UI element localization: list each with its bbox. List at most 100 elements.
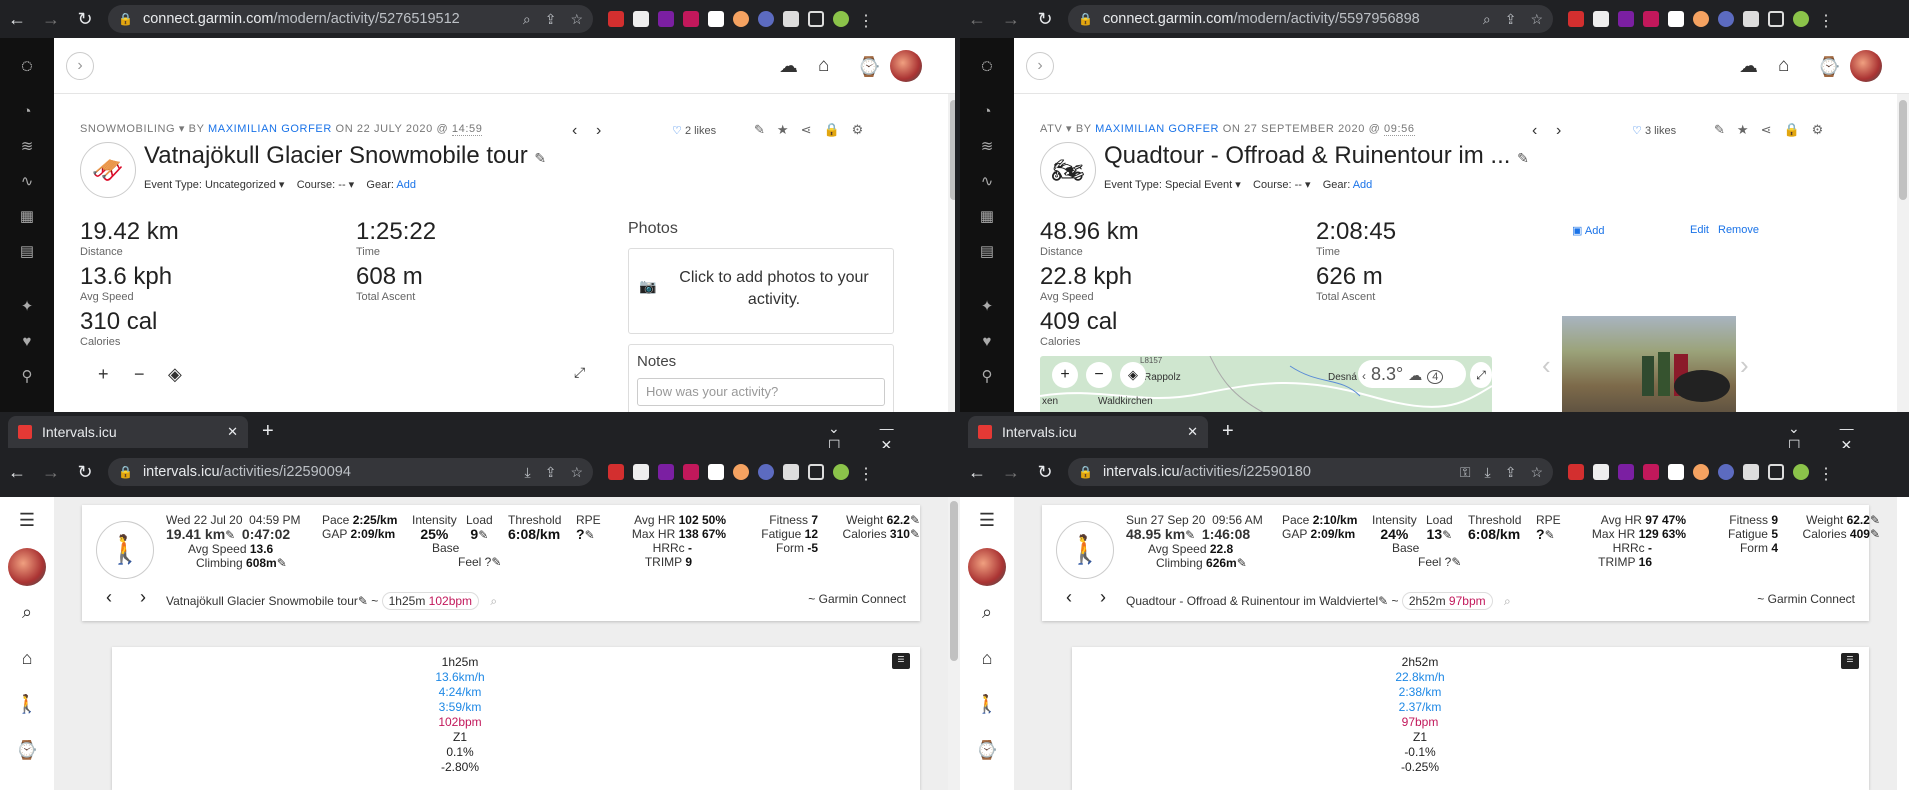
back-icon[interactable]: ← [0, 9, 34, 30]
activity-photo[interactable] [1562, 316, 1736, 412]
edit-icon[interactable]: ✎ [754, 122, 777, 137]
garmin-logo-icon[interactable]: ◌ [981, 38, 993, 94]
fullscreen-icon[interactable]: ⤢ [1470, 362, 1492, 388]
source-link[interactable]: ~ Garmin Connect [808, 592, 906, 606]
extension-icon[interactable] [1618, 464, 1634, 480]
avatar[interactable] [8, 543, 46, 589]
extension-icon[interactable] [633, 11, 649, 27]
next-activity-icon[interactable]: › [140, 587, 146, 608]
time-label[interactable]: 09:56 [1384, 123, 1415, 136]
page-scrollbar[interactable] [948, 497, 960, 790]
puzzle-icon[interactable] [1743, 464, 1759, 480]
search-icon[interactable]: ⌕ [22, 589, 32, 635]
zoom-out-icon[interactable]: − [1086, 362, 1112, 388]
next-activity-icon[interactable]: › [1100, 587, 1106, 608]
prev-activity-icon[interactable]: ‹ [1532, 122, 1537, 140]
hamburger-icon[interactable]: ☰ [979, 497, 995, 543]
forward-icon[interactable]: → [994, 462, 1028, 483]
edit-title-icon[interactable]: ✎ [1517, 150, 1529, 166]
activity-type[interactable]: SNOWMOBILING [80, 123, 175, 135]
prev-activity-icon[interactable]: ‹ [1066, 587, 1072, 608]
layers-icon[interactable]: ≋ [981, 129, 994, 164]
share-icon[interactable]: ⇪ [1505, 464, 1517, 481]
extension-icon[interactable] [683, 464, 699, 480]
activity-type[interactable]: ATV [1040, 123, 1062, 135]
photo-edit-link[interactable]: Edit [1690, 224, 1709, 236]
extension-icon[interactable] [1693, 11, 1709, 27]
reload-icon[interactable]: ↻ [1028, 462, 1062, 483]
extension-icon[interactable] [758, 464, 774, 480]
extension-icon[interactable] [733, 464, 749, 480]
extension-icon[interactable] [1593, 464, 1609, 480]
share-icon[interactable]: ⇪ [1505, 11, 1517, 28]
climbing-value[interactable]: 626m [1206, 556, 1237, 570]
profile-icon[interactable] [833, 464, 849, 480]
star-icon[interactable]: ☆ [1530, 464, 1543, 481]
extension-icon[interactable] [708, 11, 724, 27]
reload-icon[interactable]: ↻ [68, 9, 102, 30]
home-icon[interactable]: ⌂ [22, 635, 33, 681]
upload-icon[interactable]: ☁ [1739, 55, 1758, 78]
load-value[interactable]: 13 [1427, 526, 1443, 542]
event-type-dropdown[interactable]: Event Type: Uncategorized ▾ [144, 179, 284, 191]
course-dropdown[interactable]: Course: -- ▾ [1253, 179, 1310, 191]
extension-icon[interactable] [633, 464, 649, 480]
puzzle-icon[interactable] [1743, 11, 1759, 27]
zoom-icon[interactable]: ⌕ [523, 11, 531, 28]
weight-value[interactable]: 62.2 [887, 513, 910, 527]
weather-widget[interactable]: ‹ 8.3° ☁ 4 [1358, 360, 1466, 388]
fullscreen-icon[interactable]: ⤢ [574, 364, 585, 381]
calories-value[interactable]: 310 [890, 527, 910, 541]
home-icon[interactable]: ⌂ [982, 635, 993, 681]
zoom-in-icon[interactable]: + [1052, 362, 1078, 388]
upload-icon[interactable]: ☁ [779, 55, 798, 78]
health-icon[interactable]: ♥ [983, 324, 992, 359]
gear-add-link[interactable]: Add [396, 179, 416, 191]
author-link[interactable]: MAXIMILIAN GORFER [1095, 123, 1219, 135]
forward-icon[interactable]: → [994, 9, 1028, 30]
extension-icon[interactable] [708, 464, 724, 480]
address-bar[interactable]: 🔒 connect.garmin.com /modern/activity/52… [108, 5, 593, 33]
star-icon[interactable]: ☆ [570, 11, 583, 28]
activity-icon[interactable]: ∿ [21, 164, 34, 199]
activity-name[interactable]: Vatnajökull Glacier Snowmobile tour [166, 594, 358, 608]
sidebar-icon[interactable] [1768, 11, 1784, 27]
sidebar-icon[interactable] [808, 11, 824, 27]
profile-icon[interactable] [1793, 11, 1809, 27]
reload-icon[interactable]: ↻ [1028, 9, 1062, 30]
run-icon[interactable]: ⚲ [982, 359, 993, 394]
menu-icon[interactable]: ⋮ [858, 464, 874, 483]
climbing-value[interactable]: 608m [246, 556, 277, 570]
zoom-in-icon[interactable]: + [98, 364, 109, 385]
menu-icon[interactable]: ⋮ [858, 11, 874, 30]
address-bar[interactable]: 🔒 connect.garmin.com /modern/activity/55… [1068, 5, 1553, 33]
health-icon[interactable]: ♥ [23, 324, 32, 359]
extension-icon[interactable] [1718, 464, 1734, 480]
extension-icon[interactable] [1668, 11, 1684, 27]
expand-nav-icon[interactable]: › [66, 52, 94, 80]
activity-title[interactable]: Quadtour - Offroad & Ruinentour im ... ✎ [1104, 142, 1529, 170]
source-link[interactable]: ~ Garmin Connect [1757, 592, 1855, 606]
lock-icon[interactable]: 🔒 [1783, 122, 1811, 137]
extension-icon[interactable] [1718, 11, 1734, 27]
rpe-value[interactable]: ? [576, 526, 585, 542]
notes-input[interactable]: How was your activity? [637, 378, 885, 406]
forward-icon[interactable]: → [34, 9, 68, 30]
tab-intervals[interactable]: Intervals.icu ✕ [8, 416, 248, 448]
calendar-icon[interactable]: ▦ [980, 199, 994, 234]
expand-nav-icon[interactable]: › [1026, 52, 1054, 80]
menu-icon[interactable]: ⋮ [1818, 464, 1834, 483]
prev-activity-icon[interactable]: ‹ [106, 587, 112, 608]
calories-value[interactable]: 409 [1850, 527, 1870, 541]
extension-icon[interactable] [658, 11, 674, 27]
share-icon[interactable]: ⇪ [545, 11, 557, 28]
extension-icon[interactable] [608, 11, 624, 27]
profile-icon[interactable] [1793, 464, 1809, 480]
news-icon[interactable]: ▤ [980, 234, 994, 269]
extension-icon[interactable] [1643, 11, 1659, 27]
reload-icon[interactable]: ↻ [68, 462, 102, 483]
prev-activity-icon[interactable]: ‹ [572, 122, 577, 140]
extension-icon[interactable] [1568, 11, 1584, 27]
puzzle-icon[interactable] [783, 11, 799, 27]
garmin-logo-icon[interactable]: ◌ [21, 38, 33, 94]
